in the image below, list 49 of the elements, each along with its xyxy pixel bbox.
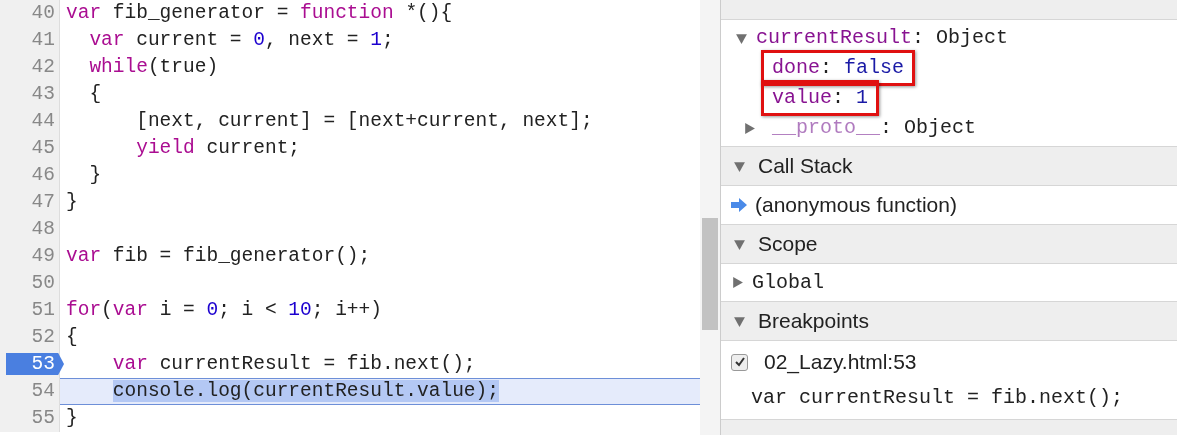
line-number: 48 (31, 216, 55, 242)
breakpoint-code: var currentResult = fib.next(); (750, 385, 1125, 411)
line-number: 44 (31, 108, 55, 134)
line-number: 46 (31, 162, 55, 188)
line-number: 55 (31, 405, 55, 431)
code-line: while(true) (88, 54, 219, 80)
code-line: } (66, 189, 78, 215)
code-line: var fib_generator = function *(){ (66, 0, 453, 26)
collapsed-triangle-icon[interactable] (743, 121, 756, 135)
breakpoint-marker[interactable] (6, 353, 64, 375)
line-number: 43 (31, 81, 55, 107)
property-row: value: 1 (761, 80, 880, 116)
scope-item[interactable]: Global (752, 267, 824, 298)
code-line: yield current; (135, 135, 301, 161)
line-number: 40 (31, 0, 55, 26)
expanded-triangle-icon[interactable] (733, 237, 746, 251)
checkbox[interactable] (731, 353, 748, 371)
line-number: 47 (31, 189, 55, 215)
line-number: 42 (31, 54, 55, 80)
code-line: { (66, 324, 78, 350)
code-line: [next, current] = [next+current, next]; (135, 108, 593, 134)
code-line: { (88, 81, 102, 107)
line-number: 53 (31, 351, 55, 377)
code-line: var fib = fib_generator(); (66, 243, 371, 269)
watch-expression[interactable]: currentResult: Object (756, 23, 1009, 53)
section-header[interactable]: Scope (721, 224, 1177, 264)
breakpoint-location[interactable]: 02_Lazy.html:53 (764, 346, 917, 378)
line-number: 41 (31, 27, 55, 53)
expanded-triangle-icon[interactable] (733, 159, 746, 173)
code-line: var currentResult = fib.next(); (111, 351, 476, 377)
collapsed-triangle-icon[interactable] (731, 276, 744, 289)
line-number: 50 (31, 270, 55, 296)
code-line: } (88, 162, 102, 188)
line-number: 54 (31, 378, 55, 404)
section-header[interactable]: Call Stack (721, 146, 1177, 186)
expanded-triangle-icon[interactable] (735, 31, 748, 45)
line-number: 45 (31, 135, 55, 161)
expanded-triangle-icon[interactable] (733, 314, 746, 328)
code-line: var current = 0, next = 1; (88, 27, 394, 53)
line-number: 52 (31, 324, 55, 350)
line-number: 51 (31, 297, 55, 323)
code-line: for(var i = 0; i < 10; i++) (66, 297, 382, 323)
scrollbar-thumb[interactable] (702, 218, 718, 330)
property-row-text: __proto__: Object (771, 115, 978, 141)
code-line: } (66, 405, 78, 431)
section-header[interactable]: Breakpoints (721, 301, 1177, 341)
call-frame[interactable]: (anonymous function) (755, 189, 957, 221)
property-row: done: false (761, 50, 916, 86)
line-number: 49 (31, 243, 55, 269)
